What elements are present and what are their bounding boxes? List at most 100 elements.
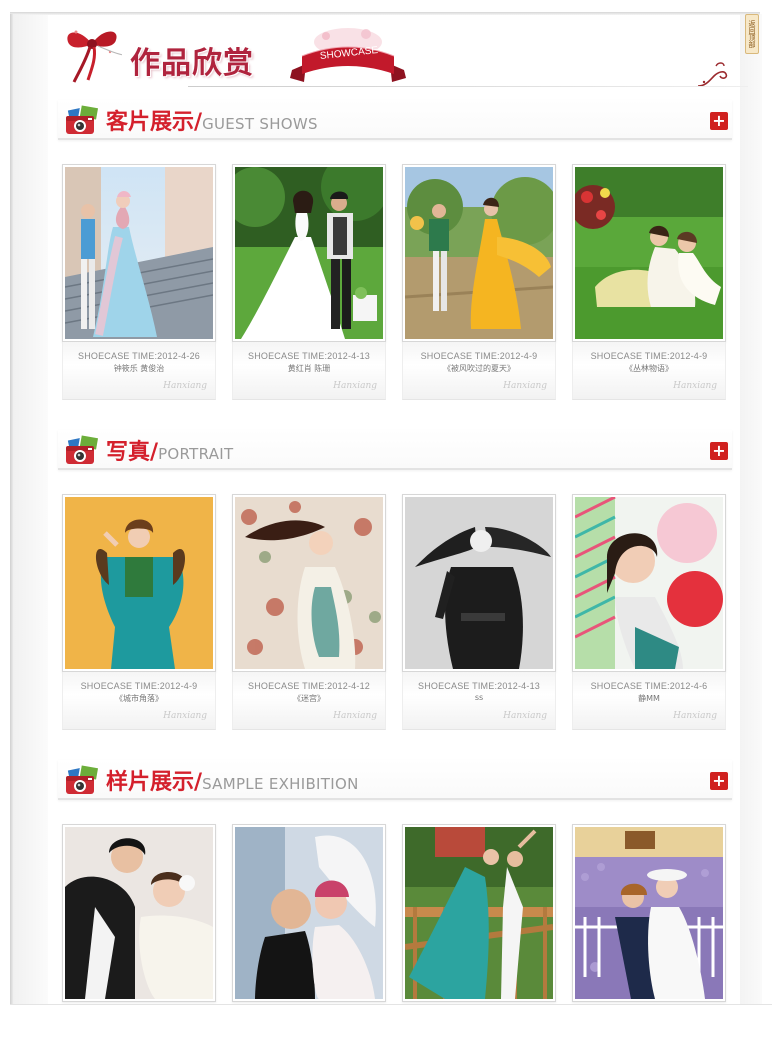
signature-watermark: Hanxiang (503, 711, 547, 721)
gallery-card[interactable]: SHOECASE TIME:2012-4-12 《迷宫》 Hanxiang (232, 494, 386, 732)
left-rail (14, 14, 48, 1004)
signature-watermark: Hanxiang (333, 381, 377, 391)
photo-frame (62, 164, 216, 342)
section-title-en: GUEST SHOWS (202, 115, 318, 133)
showcase-time: SHOECASE TIME:2012-4-13 (248, 351, 370, 361)
showcase-time: SHOECASE TIME:2012-4-13 (418, 681, 540, 691)
photo-frame (402, 164, 559, 342)
card-caption: SHOECASE TIME:2012-4-9 《被风吹过的夏天》 Hanxian… (402, 342, 556, 400)
camera-icon (66, 103, 100, 134)
gallery-card[interactable]: SHOECASE TIME:2012-4-13 黄红肖 陈珊 Hanxiang (225, 153, 389, 402)
section-title-cn: 写真 (106, 440, 151, 465)
signature-watermark: Hanxiang (333, 711, 377, 721)
top-shadow (10, 12, 760, 15)
card-caption: SHOECASE TIME:2012-4-12 《迷宫》 Hanxiang (232, 672, 386, 730)
couple-photo-park[interactable] (225, 153, 389, 339)
portrait-more-button[interactable]: + (710, 442, 728, 460)
couple-photo-meadow[interactable] (571, 167, 723, 339)
showcase-name: 《丛林物语》 (625, 364, 673, 373)
showcase-time: SHOECASE TIME:2012-4-9 (590, 351, 708, 361)
photo-frame (225, 153, 389, 342)
couple-photo-staircase[interactable] (64, 167, 214, 339)
gallery-card[interactable] (572, 824, 726, 1004)
section-portrait-title: 写真/PORTRAIT (106, 434, 233, 466)
couple-photo-windmills[interactable] (404, 167, 559, 339)
guest-shows-more-button[interactable]: + (710, 112, 728, 130)
photo-frame (402, 494, 556, 672)
sample-photo-lavender[interactable] (575, 827, 723, 999)
showcase-name: 黄红肖 陈珊 (287, 364, 331, 373)
camera-icon (66, 763, 100, 794)
showcase-name: 《被风吹过的夏天》 (443, 364, 515, 373)
gallery-card[interactable] (62, 824, 216, 1004)
showcase-name: 钟筱乐 黄俊治 (113, 364, 165, 373)
page-title: 作品欣赏 (130, 46, 254, 81)
photo-frame (62, 824, 216, 1002)
portrait-photo-floral[interactable] (235, 497, 383, 669)
signature-watermark: Hanxiang (163, 381, 207, 391)
photo-frame (572, 494, 726, 672)
photo-frame (232, 824, 386, 1002)
showcase-name: ss (474, 693, 484, 702)
photo-frame (62, 494, 216, 672)
section-title-cn: 样片展示 (106, 770, 195, 795)
section-title-cn: 客片展示 (106, 110, 195, 135)
photo-frame (572, 824, 726, 1002)
gallery-card[interactable]: SHOECASE TIME:2012-4-9 《被风吹过的夏天》 Hanxian… (402, 164, 559, 402)
gallery-card[interactable]: SHOECASE TIME:2012-4-9 《丛林物语》 Hanxiang (571, 164, 726, 402)
gallery-card[interactable]: SHOECASE TIME:2012-4-26 钟筱乐 黄俊治 Hanxiang (62, 164, 216, 402)
guest-shows-grid: SHOECASE TIME:2012-4-26 钟筱乐 黄俊治 Hanxiang (62, 153, 726, 404)
gallery-card[interactable]: SHOECASE TIME:2012-4-13 ss Hanxiang (402, 494, 556, 732)
ribbon-bow-icon (67, 30, 122, 83)
photo-frame (571, 164, 726, 342)
gallery-card[interactable]: SHOECASE TIME:2012-4-6 静MM Hanxiang (572, 494, 726, 732)
section-title-en: SAMPLE EXHIBITION (202, 775, 359, 793)
sample-exhibition-more-button[interactable]: + (710, 772, 728, 790)
gallery-card[interactable] (232, 824, 386, 1004)
section-slash: / (150, 440, 159, 465)
showcase-time: SHOECASE TIME:2012-4-9 (420, 351, 538, 361)
section-sample-exhibition-title: 样片展示/SAMPLE EXHIBITION (106, 764, 359, 796)
card-caption: SHOECASE TIME:2012-4-13 黄红肖 陈珊 Hanxiang (232, 342, 386, 400)
sample-exhibition-grid (62, 824, 726, 1004)
card-caption: SHOECASE TIME:2012-4-6 静MM Hanxiang (572, 672, 726, 730)
sample-photo-fence[interactable] (404, 827, 554, 999)
card-caption: SHOECASE TIME:2012-4-9 《丛林物语》 Hanxiang (572, 342, 726, 400)
section-guest-shows-header: 客片展示/GUEST SHOWS + (58, 100, 732, 140)
showcase-name: 《城市角落》 (115, 694, 163, 703)
showcase-name: 静MM (638, 694, 660, 703)
bottom-band (10, 1004, 772, 1043)
signature-watermark: Hanxiang (673, 711, 717, 721)
right-rail (740, 14, 762, 1004)
page-header: 作品欣赏 SHOWCASE (58, 18, 748, 96)
showcase-time: SHOECASE TIME:2012-4-9 (80, 681, 198, 691)
section-portrait-header: 写真/PORTRAIT + (58, 430, 732, 470)
photo-frame (402, 824, 556, 1002)
section-title-en: PORTRAIT (158, 445, 234, 463)
left-shadow (10, 14, 14, 1014)
portrait-grid: SHOECASE TIME:2012-4-9 《城市角落》 Hanxiang S… (62, 494, 726, 734)
signature-watermark: Hanxiang (673, 381, 717, 391)
signature-watermark: Hanxiang (163, 711, 207, 721)
gallery-card[interactable]: SHOECASE TIME:2012-4-9 《城市角落》 Hanxiang (62, 494, 216, 732)
section-sample-exhibition-header: 样片展示/SAMPLE EXHIBITION + (58, 760, 732, 800)
gallery-card[interactable] (402, 824, 556, 1004)
card-caption: SHOECASE TIME:2012-4-13 ss Hanxiang (402, 672, 556, 730)
portrait-photo-balloons[interactable] (574, 495, 723, 669)
section-slash: / (194, 770, 203, 795)
photo-frame (232, 494, 386, 672)
showcase-time: SHOECASE TIME:2012-4-12 (248, 681, 370, 691)
portrait-photo-monochrome[interactable] (405, 497, 553, 669)
showcase-name: 《迷宫》 (293, 694, 325, 703)
section-guest-shows-title: 客片展示/GUEST SHOWS (106, 104, 318, 136)
showcase-time: SHOECASE TIME:2012-4-6 (590, 681, 708, 691)
signature-watermark: Hanxiang (503, 381, 547, 391)
sample-photo-tuxedo[interactable] (65, 827, 213, 999)
sample-photo-veil[interactable] (235, 827, 383, 999)
back-to-top-tab[interactable]: 返回顶部 (745, 14, 759, 54)
header-divider (188, 86, 748, 87)
card-caption: SHOECASE TIME:2012-4-9 《城市角落》 Hanxiang (62, 672, 216, 730)
showcase-time: SHOECASE TIME:2012-4-26 (78, 351, 200, 361)
portrait-photo-orange[interactable] (65, 497, 213, 669)
card-caption: SHOECASE TIME:2012-4-26 钟筱乐 黄俊治 Hanxiang (62, 342, 216, 400)
